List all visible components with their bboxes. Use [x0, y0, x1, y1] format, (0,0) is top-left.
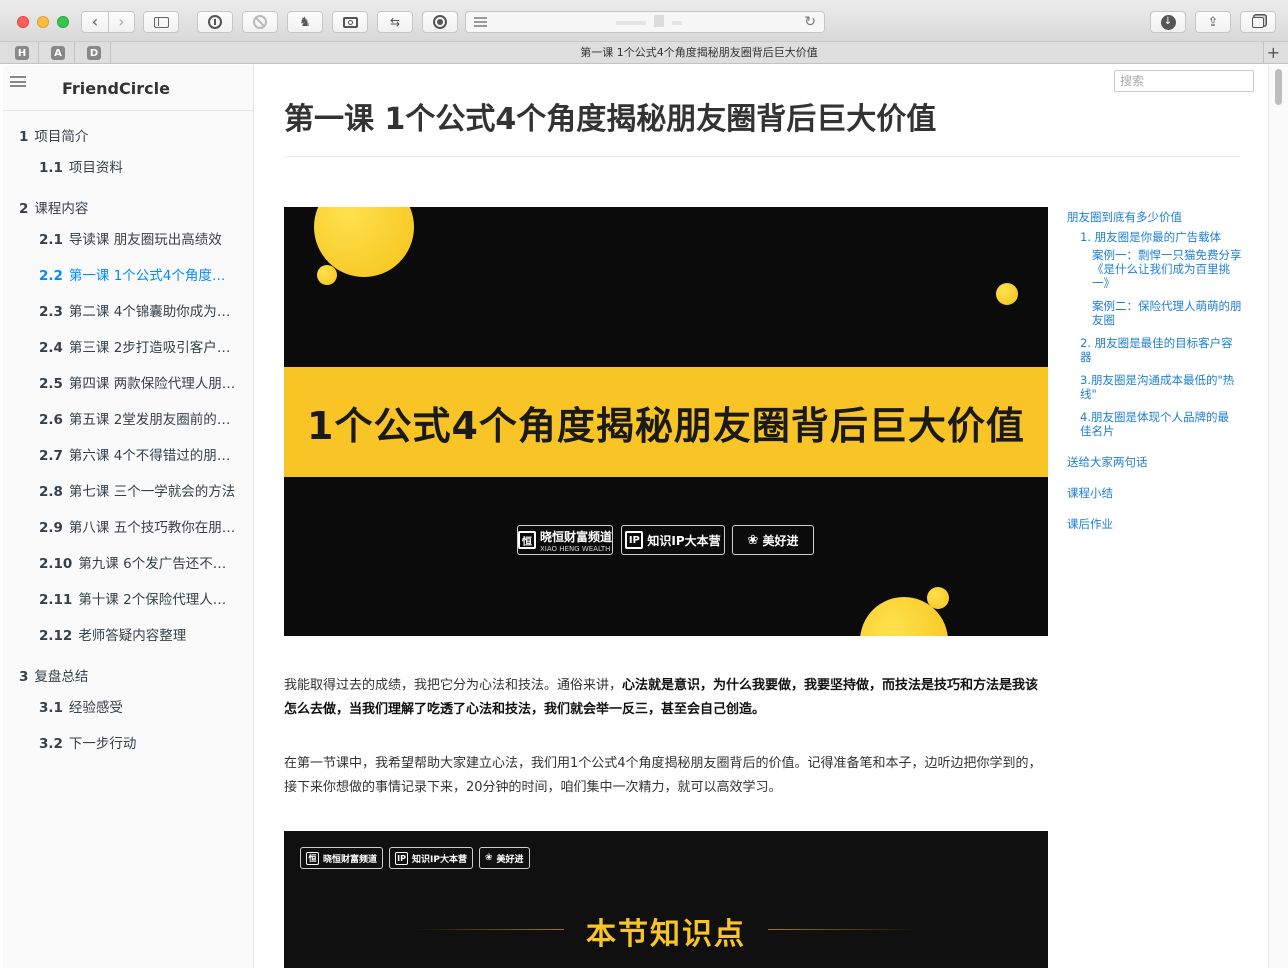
search-input[interactable] [1114, 70, 1254, 92]
onepassword-icon [208, 15, 222, 29]
minimize-window-button[interactable] [37, 16, 49, 28]
evernote-extension-button[interactable]: ♞ [287, 11, 323, 33]
download-icon: ↓ [1160, 14, 1176, 30]
translate-extension-button[interactable]: ⇆ [377, 11, 413, 33]
evernote-icon: ♞ [299, 14, 311, 30]
knowledge-points-image: 恒晓恒财富频道 IP 知识IP大本营 ❀ 美好进 本节知识点 [284, 831, 1048, 968]
page: FriendCircle 1 项目简介 1.1 项目资料 2 课程内容 2.1 导读课 … [0, 65, 1288, 968]
new-tab-button[interactable]: + [1267, 42, 1280, 64]
sidebar-item-2-12[interactable]: 2.12 老师答疑内容整理 [39, 624, 237, 644]
camera-icon [342, 16, 358, 28]
sidebar-toggle-button[interactable] [143, 11, 179, 33]
sidebar-item-2-10[interactable]: 2.10 第九课 6个发广告还不被屏蔽 [39, 552, 237, 572]
xiaoheng-logo: 恒晓恒财富频道 [300, 847, 384, 869]
block-icon [253, 15, 267, 29]
record-icon [433, 15, 447, 29]
sidebar-divider [3, 110, 253, 111]
page-toc-link[interactable]: 2. 朋友圈是最佳的目标客户容器 [1080, 336, 1240, 364]
address-bar[interactable]: ↻ [465, 11, 825, 33]
book-sidebar: FriendCircle 1 项目简介 1.1 项目资料 2 课程内容 2.1 导读课 … [3, 65, 254, 968]
tab-favicon-h[interactable]: H [15, 46, 29, 60]
sidebar-item-1-1[interactable]: 1.1 项目资料 [39, 156, 237, 176]
page-toc-link[interactable]: 案例二：保险代理人萌萌的朋友圈 [1092, 299, 1242, 327]
ip-logo-icon: IP [625, 531, 644, 549]
page-toc-link[interactable]: 课后作业 [1067, 517, 1113, 531]
intro-paragraph: 我能取得过去的成绩，我把它分为心法和技法。通俗来讲，心法就是意识，为什么我要做，… [284, 678, 1039, 717]
menu-icon[interactable] [10, 76, 26, 87]
sidebar-item-2-5[interactable]: 2.5 第四课 两款保险代理人朋友圈 [39, 372, 237, 392]
address-blur [672, 21, 682, 25]
sidebar-item-2-1[interactable]: 2.1 导读课 朋友圈玩出高绩效 [39, 228, 237, 248]
back-button[interactable]: ‹ [82, 12, 108, 32]
tab-bar: H A D 第一课 1个公式4个角度揭秘朋友圈背后巨大价值 + [0, 42, 1288, 64]
meihaojin-logo: ❀ 美好进 [732, 525, 814, 555]
book-title[interactable]: FriendCircle [62, 79, 170, 98]
banner-headline: 1个公式4个角度揭秘朋友圈背后巨大价值 [284, 367, 1048, 477]
ip-logo-icon: IP [395, 851, 409, 865]
knowledge-points-heading: 本节知识点 [586, 917, 746, 952]
sidebar-item-2-3[interactable]: 2.3第二课 4个锦囊助你成为朋友圈高手 [39, 300, 237, 320]
page-toc-link[interactable]: 3.朋友圈是沟通成本最低的"热线" [1080, 373, 1240, 401]
sidebar-item-2-2[interactable]: 2.2第一课 1个公式4个角度揭秘朋友圈背后巨大价值 [39, 264, 237, 284]
swap-arrows-icon: ⇆ [389, 15, 401, 29]
tab-favicon-d[interactable]: D [87, 46, 101, 60]
xiaoheng-logo: 恒 晓恒财富频道 XIAO HENG WEALTH [517, 525, 613, 555]
sidebar-item-2-4[interactable]: 2.4第三课 2步打造吸引客户的朋友圈 [39, 336, 237, 356]
sidebar-item-2-11[interactable]: 2.11 第十课 2个保险代理人朋友圈 [39, 588, 237, 608]
decor-circle [317, 265, 337, 285]
sidebar-item-2-9[interactable]: 2.9 第八课 五个技巧教你在朋友圈 [39, 516, 237, 536]
tabs-icon [1252, 16, 1264, 28]
downloads-button[interactable]: ↓ [1150, 11, 1186, 33]
share-icon: ⇪ [1207, 14, 1219, 30]
browser-toolbar: ‹ › ♞ ⇆ ↻ ↓ ⇪ [0, 0, 1288, 42]
lesson-banner-image: 1个公式4个角度揭秘朋友圈背后巨大价值 恒 晓恒财富频道 XIAO HENG WE… [284, 207, 1048, 636]
sidebar-item-3-1[interactable]: 3.1 经验感受 [39, 696, 237, 716]
zoom-window-button[interactable] [57, 16, 69, 28]
xiaoheng-logo-icon: 恒 [306, 851, 319, 865]
meihaojin-logo-icon: ❀ [747, 532, 759, 548]
tab-favicon-a[interactable]: A [51, 46, 65, 60]
scrollbar-thumb[interactable] [1275, 69, 1282, 105]
page-toc-link[interactable]: 4.朋友圈是体现个人品牌的最佳名片 [1080, 410, 1240, 438]
page-toc-link[interactable]: 案例一：剽悍一只猫免费分享《是什么让我们成为百里挑一》 [1092, 248, 1242, 290]
sidebar-item-2-8[interactable]: 2.8 第七课 三个一学就会的方法 [39, 480, 237, 500]
page-toc-link[interactable]: 朋友圈到底有多少价值 [1067, 210, 1182, 224]
address-blur [654, 15, 664, 27]
reader-view-icon[interactable] [474, 17, 487, 27]
password-extension-button[interactable] [197, 11, 233, 33]
active-tab-title[interactable]: 第一课 1个公式4个角度揭秘朋友圈背后巨大价值 [140, 42, 1258, 64]
sidebar-chapter-3[interactable]: 3 复盘总结 [19, 665, 88, 685]
sidebar-item-2-6[interactable]: 2.6第五课 2堂发朋友圈前的必修课 [39, 408, 237, 428]
record-extension-button[interactable] [422, 11, 458, 33]
address-blur [616, 21, 646, 25]
page-scrollbar[interactable] [1268, 65, 1288, 968]
sidebar-item-3-2[interactable]: 3.2 下一步行动 [39, 732, 237, 752]
sidebar-icon [153, 16, 169, 28]
sidebar-chapter-1[interactable]: 1 项目简介 [19, 125, 88, 145]
page-toc-link[interactable]: 1. 朋友圈是你最的广告载体 [1080, 230, 1240, 244]
banner-logos: 恒晓恒财富频道 IP 知识IP大本营 ❀ 美好进 [300, 847, 530, 869]
lesson-paragraph: 在第一节课中，我希望帮助大家建立心法，我们用1个公式4个角度揭秘朋友圈背后的价值… [284, 756, 1042, 795]
meihaojin-logo-icon: ❀ [484, 853, 493, 863]
page-toc-link[interactable]: 课程小结 [1067, 486, 1113, 500]
page-title: 第一课 1个公式4个角度揭秘朋友圈背后巨大价值 [284, 102, 937, 137]
page-toc-link[interactable]: 送给大家两句话 [1067, 455, 1148, 469]
sidebar-chapter-2[interactable]: 2 课程内容 [19, 197, 88, 217]
zhishi-ip-logo: IP 知识IP大本营 [389, 847, 473, 869]
meihaojin-logo: ❀ 美好进 [478, 847, 530, 869]
sidebar-item-2-7[interactable]: 2.7 第六课 4个不得错过的朋友圈 [39, 444, 237, 464]
main-content: 第一课 1个公式4个角度揭秘朋友圈背后巨大价值 1个公式4个角度揭秘朋友圈背后巨… [254, 65, 1268, 968]
tab-overview-button[interactable] [1240, 11, 1276, 33]
share-button[interactable]: ⇪ [1195, 11, 1231, 33]
title-divider [284, 156, 1240, 157]
decor-circle [996, 283, 1018, 305]
close-window-button[interactable] [17, 16, 29, 28]
screenshot-extension-button[interactable] [332, 11, 368, 33]
reload-icon[interactable]: ↻ [804, 14, 816, 30]
xiaoheng-logo-icon: 恒 [518, 531, 536, 549]
forward-button[interactable]: › [108, 12, 134, 32]
block-extension-button[interactable] [242, 11, 278, 33]
nav-buttons: ‹ › [81, 11, 135, 33]
zhishi-ip-logo: IP 知识IP大本营 [621, 525, 725, 555]
